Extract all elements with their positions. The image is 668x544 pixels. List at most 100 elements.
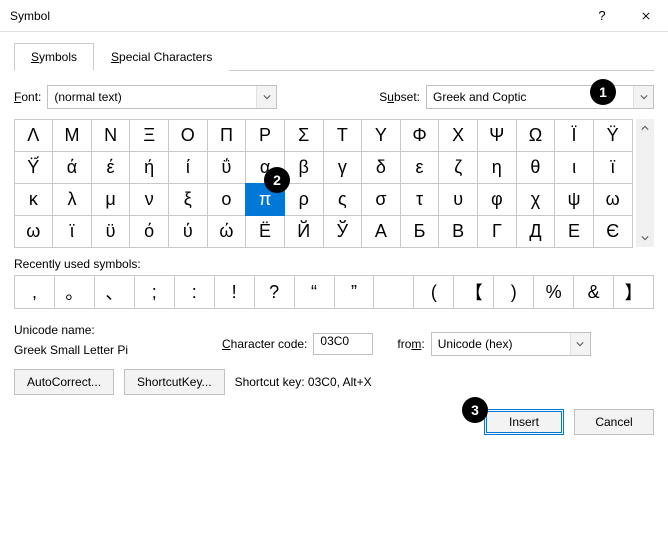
symbol-cell[interactable]: ω <box>14 215 54 248</box>
symbol-cell[interactable]: Τ <box>323 119 363 152</box>
symbol-cell[interactable]: Г <box>477 215 517 248</box>
symbol-cell[interactable]: Ϊ <box>554 119 594 152</box>
symbol-cell[interactable]: ζ <box>438 151 478 184</box>
symbol-cell[interactable]: ς <box>323 183 363 216</box>
insert-button[interactable]: Insert <box>484 409 564 435</box>
symbol-cell[interactable]: υ <box>438 183 478 216</box>
symbol-cell[interactable]: Π <box>207 119 247 152</box>
symbol-cell[interactable]: Ν <box>91 119 131 152</box>
symbol-cell[interactable]: Ξ <box>129 119 169 152</box>
symbol-cell[interactable]: Ο <box>168 119 208 152</box>
symbol-cell[interactable]: Е <box>554 215 594 248</box>
recent-cell[interactable]: ? <box>255 276 295 308</box>
scroll-track[interactable] <box>636 137 654 229</box>
symbol-cell[interactable]: Ϋ <box>593 119 633 152</box>
help-button[interactable]: ? <box>580 0 624 32</box>
symbol-cell[interactable]: Й <box>284 215 324 248</box>
symbol-cell[interactable]: Υ <box>361 119 401 152</box>
symbol-cell[interactable]: ν <box>129 183 169 216</box>
symbol-cell[interactable]: ό <box>129 215 169 248</box>
chevron-down-icon[interactable] <box>570 333 590 355</box>
symbol-cell[interactable]: τ <box>400 183 440 216</box>
symbol-cell[interactable]: ρ <box>284 183 324 216</box>
symbol-cell[interactable]: θ <box>516 151 556 184</box>
recent-cell[interactable] <box>374 276 414 308</box>
tab-special-characters[interactable]: Special Characters <box>94 43 229 71</box>
recent-cell[interactable]: 【 <box>454 276 494 308</box>
symbol-cell[interactable]: η <box>477 151 517 184</box>
chevron-down-icon[interactable] <box>256 86 276 108</box>
symbol-cell[interactable]: ύ <box>168 215 208 248</box>
charcode-label: Character code: <box>222 337 307 351</box>
symbol-cell[interactable]: ϊ <box>52 215 92 248</box>
recent-cell[interactable]: ” <box>335 276 375 308</box>
symbol-cell[interactable]: Є <box>593 215 633 248</box>
unicode-name: Greek Small Letter Pi <box>14 343 214 357</box>
symbol-cell[interactable]: ω <box>593 183 633 216</box>
symbol-cell[interactable]: σ <box>361 183 401 216</box>
scrollbar[interactable] <box>636 119 654 247</box>
recent-cell[interactable]: 、 <box>95 276 135 308</box>
recent-cell[interactable]: ) <box>494 276 534 308</box>
symbol-cell[interactable]: В <box>438 215 478 248</box>
symbol-cell[interactable]: А <box>361 215 401 248</box>
font-value: (normal text) <box>48 90 256 104</box>
symbol-cell[interactable]: φ <box>477 183 517 216</box>
symbol-cell[interactable]: δ <box>361 151 401 184</box>
symbol-cell[interactable]: ά <box>52 151 92 184</box>
symbol-cell[interactable]: έ <box>91 151 131 184</box>
symbol-cell[interactable]: ϋ <box>91 215 131 248</box>
recent-cell[interactable]: ! <box>215 276 255 308</box>
scroll-up-icon[interactable] <box>636 119 654 137</box>
symbol-cell[interactable]: μ <box>91 183 131 216</box>
recent-cell[interactable]: ( <box>414 276 454 308</box>
symbol-cell[interactable]: κ <box>14 183 54 216</box>
close-button[interactable] <box>624 0 668 32</box>
from-combo[interactable]: Unicode (hex) <box>431 332 591 356</box>
symbol-cell[interactable]: ΰ <box>207 151 247 184</box>
symbol-cell[interactable]: Б <box>400 215 440 248</box>
scroll-down-icon[interactable] <box>636 229 654 247</box>
autocorrect-button[interactable]: AutoCorrect... <box>14 369 114 395</box>
symbol-cell[interactable]: Ω <box>516 119 556 152</box>
chevron-down-icon[interactable] <box>633 86 653 108</box>
symbol-cell[interactable]: ο <box>207 183 247 216</box>
shortcut-key-button[interactable]: Shortcut Key... <box>124 369 225 395</box>
recent-cell[interactable]: , <box>15 276 55 308</box>
symbol-cell[interactable]: Λ <box>14 119 54 152</box>
symbol-cell[interactable]: Φ <box>400 119 440 152</box>
symbol-cell[interactable]: Д <box>516 215 556 248</box>
recent-cell[interactable]: 。 <box>55 276 95 308</box>
recent-cell[interactable]: 】 <box>614 276 653 308</box>
symbol-cell[interactable]: Μ <box>52 119 92 152</box>
symbol-cell[interactable]: ώ <box>207 215 247 248</box>
symbol-cell[interactable]: Ё <box>245 215 285 248</box>
symbol-cell[interactable]: ψ <box>554 183 594 216</box>
recent-cell[interactable]: % <box>534 276 574 308</box>
recent-cell[interactable]: & <box>574 276 614 308</box>
recent-cell[interactable]: : <box>175 276 215 308</box>
symbol-cell[interactable]: ή <box>129 151 169 184</box>
cancel-button[interactable]: Cancel <box>574 409 654 435</box>
tab-symbols[interactable]: Symbols <box>14 43 94 71</box>
symbol-cell[interactable]: ί <box>168 151 208 184</box>
symbol-cell[interactable]: ε <box>400 151 440 184</box>
symbol-cell[interactable]: Σ <box>284 119 324 152</box>
recent-cell[interactable]: “ <box>295 276 335 308</box>
from-value: Unicode (hex) <box>432 337 570 351</box>
symbol-cell[interactable]: ι <box>554 151 594 184</box>
symbol-cell[interactable]: λ <box>52 183 92 216</box>
symbol-cell[interactable]: Ϋ́ <box>14 151 54 184</box>
charcode-input[interactable]: 03C0 <box>313 333 373 355</box>
symbol-cell[interactable]: Χ <box>438 119 478 152</box>
symbol-cell[interactable]: Ψ <box>477 119 517 152</box>
symbol-cell[interactable]: χ <box>516 183 556 216</box>
symbol-cell[interactable]: ϊ <box>593 151 633 184</box>
symbol-cell[interactable]: Ρ <box>245 119 285 152</box>
symbol-cell[interactable]: Ў <box>323 215 363 248</box>
recent-cell[interactable]: ; <box>135 276 175 308</box>
symbol-cell[interactable]: ξ <box>168 183 208 216</box>
font-combo[interactable]: (normal text) <box>47 85 277 109</box>
symbol-cell[interactable]: γ <box>323 151 363 184</box>
subset-combo[interactable]: Greek and Coptic <box>426 85 654 109</box>
